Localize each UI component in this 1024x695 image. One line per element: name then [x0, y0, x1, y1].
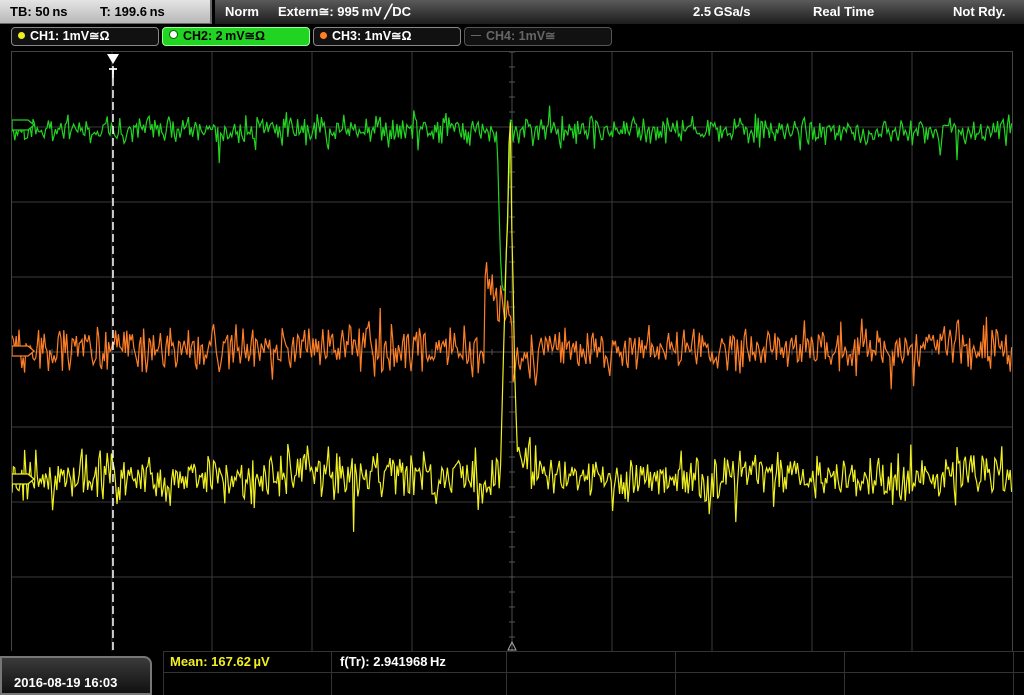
marker-layer [12, 54, 517, 652]
trigger-status: Not Rdy. [953, 4, 1006, 19]
measurement-grid [163, 651, 1024, 695]
ch2-offset-marker-icon[interactable] [12, 119, 36, 131]
ch3-offset-marker-icon[interactable] [12, 345, 36, 357]
measurement-mean[interactable]: Mean: 167.62 µV [170, 653, 270, 673]
ch1-offset-marker-icon[interactable] [12, 473, 36, 485]
waveform-display[interactable] [11, 51, 1013, 653]
timebase-box[interactable]: TB: 50 ns T: 199.6 ns [0, 0, 212, 24]
ch3-label: CH3: 1mV≅Ω [332, 29, 412, 43]
channel-tab-ch2[interactable]: CH2: 2 mV≅Ω [162, 27, 310, 46]
waveform-canvas [12, 52, 1012, 652]
trigger-source: Extern≅: 995 mV ╱DC [278, 4, 412, 19]
ch1-color-dot [18, 32, 25, 39]
channel-tab-row: CH1: 1mV≅Ω CH2: 2 mV≅Ω CH3: 1mV≅Ω CH4: 1… [0, 26, 1024, 48]
trigger-t-glyph [109, 68, 117, 78]
ch2-color-dot [169, 30, 178, 39]
ch4-off-dash [471, 35, 481, 36]
ch1-label: CH1: 1mV≅Ω [30, 29, 110, 43]
acquisition-info-bar[interactable]: Norm Extern≅: 995 mV ╱DC 2.5 GSa/s Real … [215, 0, 1024, 24]
ch4-label: CH4: 1mV≅ [486, 29, 556, 43]
ch3-color-dot [320, 32, 327, 39]
ch2-label: CH2: 2 mV≅Ω [183, 29, 266, 43]
date-time-box: 2016-08-19 16:03 [0, 656, 152, 695]
measurement-trigger-frequency[interactable]: f(Tr): 2.941968 Hz [340, 653, 446, 673]
trigger-time-readout: T: 199.6 ns [100, 4, 165, 19]
timebase-readout: TB: 50 ns [10, 4, 68, 19]
channel-tab-ch4[interactable]: CH4: 1mV≅ [464, 27, 612, 46]
top-status-bar: TB: 50 ns T: 199.6 ns Norm Extern≅: 995 … [0, 0, 1024, 24]
sample-rate: 2.5 GSa/s [693, 4, 751, 19]
trigger-position-icon[interactable] [107, 54, 119, 64]
trigger-mode: Norm [225, 4, 259, 19]
channel-tab-ch1[interactable]: CH1: 1mV≅Ω [11, 27, 159, 46]
acquisition-mode: Real Time [813, 4, 875, 19]
channel-tab-ch3[interactable]: CH3: 1mV≅Ω [313, 27, 461, 46]
date-time-readout: 2016-08-19 16:03 [14, 675, 118, 690]
